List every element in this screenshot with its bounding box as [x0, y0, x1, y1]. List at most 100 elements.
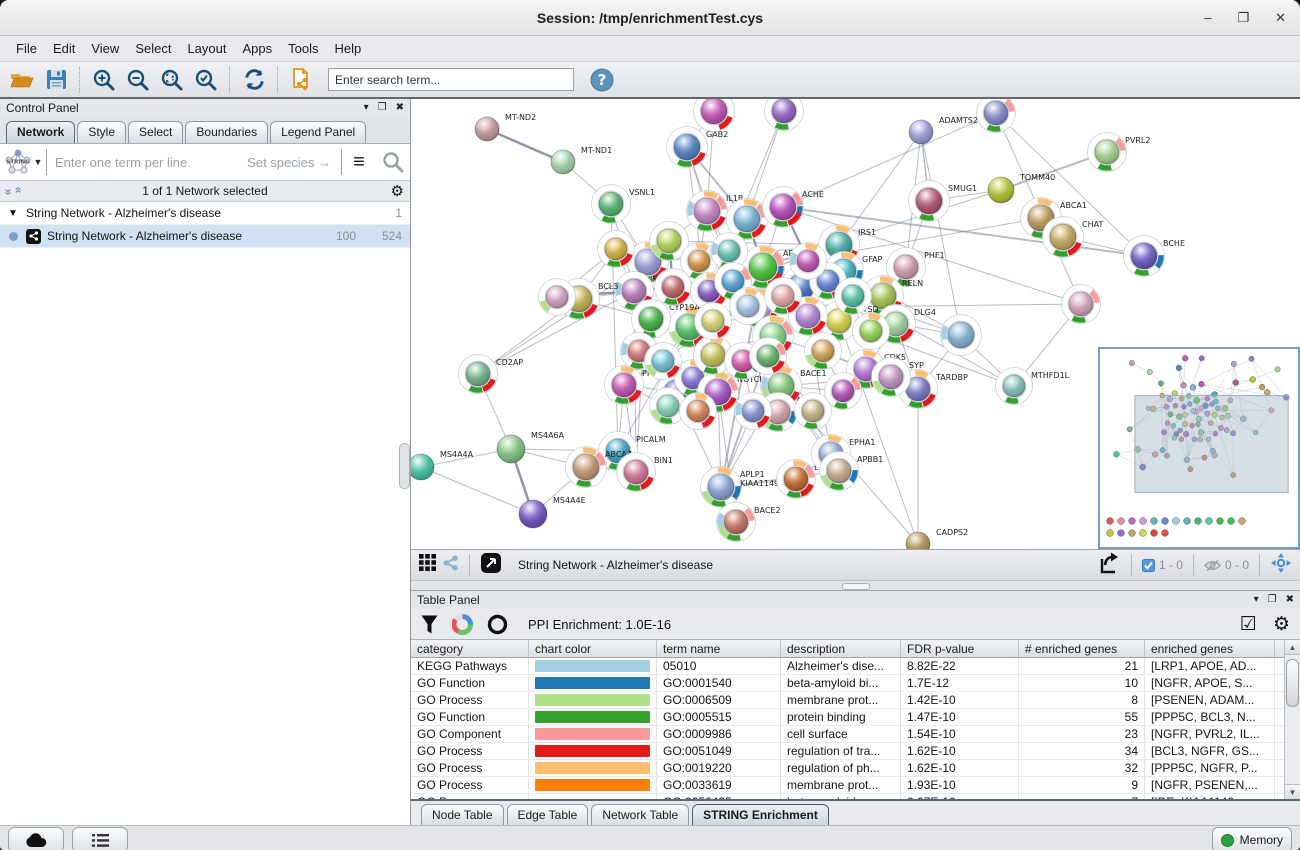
menu-view[interactable]: View	[83, 38, 127, 59]
protein-node[interactable]	[765, 99, 804, 131]
minimize-button[interactable]: –	[1204, 11, 1211, 24]
enrichment-chart-icon[interactable]	[452, 614, 473, 635]
protein-node[interactable]	[695, 303, 732, 340]
network-collection-row[interactable]: ▼ String Network - Alzheimer's disease 1	[0, 202, 410, 225]
menu-help[interactable]: Help	[327, 38, 370, 59]
open-folder-icon[interactable]	[6, 65, 38, 94]
navigator-icon[interactable]	[1270, 552, 1292, 579]
table-row[interactable]: GO ProcessGO:0051049regulation of tra...…	[411, 743, 1284, 760]
column-header-chart-color[interactable]: chart color	[529, 640, 657, 657]
remove-chart-icon[interactable]	[487, 614, 508, 635]
maximize-button[interactable]: ❐	[1237, 11, 1249, 24]
column-header--enriched-genes[interactable]: # enriched genes	[1019, 640, 1145, 657]
help-icon[interactable]: ?	[586, 65, 618, 94]
collapse-triangle-icon[interactable]: ▼	[0, 208, 26, 219]
float-panel-icon[interactable]: ❐	[378, 103, 387, 113]
column-header-term-name[interactable]: term name	[657, 640, 781, 657]
protein-node-cd2ap[interactable]: CD2AP	[459, 355, 524, 394]
protein-node[interactable]	[750, 338, 787, 375]
string-logo-icon[interactable]: STRING ▼	[0, 149, 46, 175]
table-row[interactable]: GO ProcessGO:0050435beta-amyloid m...2.0…	[411, 794, 1284, 799]
column-header-FDR-p-value[interactable]: FDR p-value	[901, 640, 1019, 657]
protein-node[interactable]	[977, 99, 1016, 133]
protein-node[interactable]	[539, 279, 576, 316]
tab-style[interactable]: Style	[77, 121, 126, 143]
protein-node[interactable]	[680, 393, 717, 430]
tab-network[interactable]: Network	[6, 121, 75, 143]
table-row[interactable]: GO ComponentGO:0009986cell surface1.54E-…	[411, 726, 1284, 743]
menu-edit[interactable]: Edit	[45, 38, 83, 59]
protein-node-bin1[interactable]: BIN1	[617, 453, 673, 492]
close-button[interactable]: ✕	[1275, 11, 1286, 24]
table-row[interactable]: GO ProcessGO:0019220regulation of ph...1…	[411, 760, 1284, 777]
protein-node-bace2[interactable]: BACE2	[717, 503, 781, 542]
protein-node-apbb1[interactable]: APBB1	[820, 452, 884, 491]
column-header-category[interactable]: category	[411, 640, 529, 657]
menu-file[interactable]: File	[8, 38, 45, 59]
tab-node-table[interactable]: Node Table	[421, 804, 504, 825]
scroll-up-icon[interactable]: ▲	[1285, 640, 1300, 655]
grid-view-icon[interactable]	[419, 554, 437, 577]
tab-legend-panel[interactable]: Legend Panel	[270, 121, 366, 143]
protein-node-pvrl2[interactable]: PVRL2	[1088, 133, 1151, 172]
protein-node[interactable]	[853, 313, 890, 350]
close-panel-icon[interactable]: ✖	[396, 103, 404, 113]
search-input[interactable]	[328, 68, 574, 91]
table-row[interactable]: KEGG Pathways05010Alzheimer's dise...8.8…	[411, 658, 1284, 675]
protein-node-vsnl1[interactable]: VSNL1	[592, 185, 656, 224]
panel-menu-icon[interactable]: ▾	[1254, 595, 1259, 605]
tab-edge-table[interactable]: Edge Table	[507, 804, 589, 825]
cloud-tasks-button[interactable]	[8, 827, 64, 850]
query-options-icon[interactable]: ≡	[342, 145, 376, 179]
splitter-grip[interactable]	[399, 443, 410, 489]
protein-node[interactable]	[598, 231, 635, 268]
protein-node-bche[interactable]: BCHE	[1124, 236, 1186, 277]
tab-string-enrichment[interactable]: STRING Enrichment	[692, 804, 829, 825]
menu-layout[interactable]: Layout	[179, 38, 234, 59]
menu-apps[interactable]: Apps	[235, 38, 281, 59]
birds-eye-view[interactable]	[1098, 347, 1300, 549]
table-settings-gear-icon[interactable]: ⚙	[1273, 615, 1290, 634]
export-network-icon[interactable]	[1097, 551, 1121, 580]
protein-node[interactable]	[835, 278, 872, 315]
collapse-all-icon[interactable]: »	[10, 189, 24, 194]
tab-network-table[interactable]: Network Table	[591, 804, 689, 825]
protein-node-adamts2[interactable]: ADAMTS2	[909, 116, 978, 144]
tab-boundaries[interactable]: Boundaries	[185, 121, 268, 143]
divider-grip[interactable]	[842, 583, 870, 590]
protein-node-mthfd1l[interactable]: MTHFD1L	[996, 368, 1070, 405]
menu-tools[interactable]: Tools	[280, 38, 326, 59]
filter-icon[interactable]	[421, 615, 438, 634]
protein-node-aplp1[interactable]: APLP1KIAA1149	[701, 467, 780, 508]
protein-node[interactable]	[730, 288, 767, 325]
protein-node-ache[interactable]: ACHE	[763, 187, 825, 228]
panel-divider[interactable]	[411, 580, 1300, 590]
protein-node[interactable]	[694, 99, 735, 132]
string-term-input[interactable]	[47, 155, 247, 170]
scroll-down-icon[interactable]: ▼	[1285, 784, 1300, 799]
share-view-icon[interactable]	[443, 555, 459, 576]
table-row[interactable]: GO ProcessGO:0033619membrane prot...1.93…	[411, 777, 1284, 794]
zoom-in-icon[interactable]	[88, 65, 120, 94]
protein-node-gab2[interactable]: GAB2	[667, 127, 729, 168]
string-search-icon[interactable]	[376, 145, 410, 179]
table-scrollbar[interactable]: ▲ ▼	[1284, 640, 1300, 799]
network-options-gear-icon[interactable]: ⚙	[391, 184, 404, 199]
protein-node[interactable]	[805, 333, 842, 370]
network-canvas[interactable]: MT-ND2MT-ND1VSNL1GAB2ADAMTS2PVRL2TOMM40S…	[411, 99, 1300, 549]
protein-node-mt-nd1[interactable]: MT-ND1	[551, 146, 612, 174]
select-columns-icon[interactable]: ☑	[1240, 615, 1257, 634]
protein-node[interactable]	[735, 393, 772, 430]
network-import-icon[interactable]	[286, 65, 318, 94]
protein-node[interactable]	[655, 269, 692, 306]
menu-select[interactable]: Select	[127, 38, 179, 59]
table-row[interactable]: GO FunctionGO:0001540beta-amyloid bi...1…	[411, 675, 1284, 692]
protein-node[interactable]	[941, 315, 982, 356]
protein-node-ms4a6a[interactable]: MS4A6A	[497, 431, 565, 463]
column-header-description[interactable]: description	[781, 640, 901, 657]
protein-node[interactable]	[765, 278, 802, 315]
zoom-out-icon[interactable]	[122, 65, 154, 94]
protein-node[interactable]	[1062, 285, 1101, 324]
float-panel-icon[interactable]: ❐	[1268, 595, 1277, 605]
protein-node-chat[interactable]: CHAT	[1043, 217, 1104, 258]
